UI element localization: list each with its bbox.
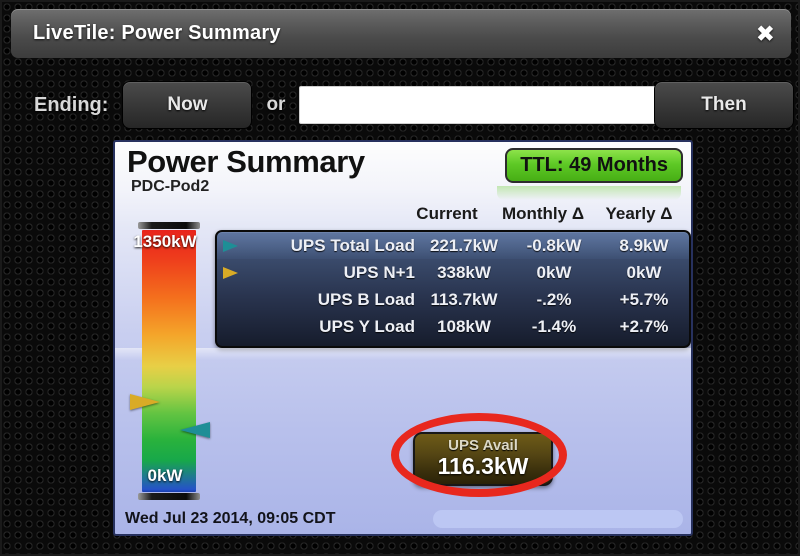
row-current: 113.7kW — [430, 289, 498, 309]
row-current: 221.7kW — [429, 235, 499, 255]
dialog-titlebar: LiveTile: Power Summary ✖ — [11, 9, 791, 58]
close-icon[interactable]: ✖ — [756, 22, 775, 45]
power-gauge: 1350kW 0kW — [126, 222, 210, 500]
table-column-headers: Current Monthly Δ Yearly Δ — [399, 204, 687, 228]
dialog-title: LiveTile: Power Summary — [33, 22, 281, 44]
gauge-cap-top — [138, 222, 200, 229]
tile-scrollbar[interactable] — [433, 510, 683, 528]
now-button[interactable]: Now — [122, 81, 253, 129]
table-row[interactable]: UPS Total Load 221.7kW -0.8kW 8.9kW — [217, 232, 689, 259]
livetile-dialog: LiveTile: Power Summary ✖ Ending: Now or… — [0, 0, 800, 556]
ups-n-plus-1-marker-icon — [130, 394, 160, 410]
table-row[interactable]: UPS B Load 113.7kW -.2% +5.7% — [217, 286, 689, 313]
row-label: UPS Y Load — [319, 316, 415, 336]
or-label: or — [266, 94, 286, 115]
gold-arrow-right-icon — [217, 266, 243, 279]
row-monthly: 0kW — [536, 262, 572, 282]
then-button[interactable]: Then — [654, 81, 794, 129]
gauge-max-label: 1350kW — [133, 232, 197, 251]
row-monthly: -.2% — [536, 289, 572, 309]
row-yearly: 8.9kW — [619, 235, 669, 255]
ttl-badge: TTL: 49 Months — [505, 148, 683, 183]
row-label: UPS B Load — [317, 289, 415, 309]
gauge-min-label: 0kW — [147, 466, 183, 485]
time-range-toolbar: Ending: Now or Then — [2, 74, 800, 136]
row-current: 108kW — [437, 316, 491, 336]
red-ellipse-highlight-icon — [391, 413, 567, 497]
row-yearly: 0kW — [626, 262, 662, 282]
row-monthly: -1.4% — [531, 316, 577, 336]
teal-arrow-right-icon — [217, 239, 243, 252]
row-yearly: +2.7% — [619, 316, 669, 336]
date-input[interactable] — [299, 86, 682, 124]
power-summary-tile: Power Summary PDC-Pod2 TTL: 49 Months Cu… — [113, 140, 693, 536]
tile-timestamp: Wed Jul 23 2014, 09:05 CDT — [125, 510, 336, 527]
column-header-monthly: Monthly Δ — [501, 204, 585, 223]
gauge-cap-bottom — [138, 493, 200, 500]
ups-total-load-marker-icon — [180, 422, 210, 438]
ttl-badge-reflection — [497, 186, 681, 200]
ending-label: Ending: — [34, 93, 109, 116]
ups-availability-group: UPS Avail 116.3kW — [391, 410, 571, 500]
row-current: 338kW — [437, 262, 491, 282]
row-monthly: -0.8kW — [526, 235, 582, 255]
table-row[interactable]: UPS Y Load 108kW -1.4% +2.7% — [217, 313, 689, 340]
row-label: UPS N+1 — [343, 262, 415, 282]
tile-subtitle: PDC-Pod2 — [131, 178, 210, 195]
gauge-bar — [142, 230, 196, 492]
column-header-yearly: Yearly Δ — [605, 204, 673, 223]
table-row[interactable]: UPS N+1 338kW 0kW 0kW — [217, 259, 689, 286]
ups-metrics-panel: UPS Total Load 221.7kW -0.8kW 8.9kW UPS … — [215, 230, 691, 348]
row-yearly: +5.7% — [619, 289, 669, 309]
row-label: UPS Total Load — [290, 235, 415, 255]
tile-header: Power Summary PDC-Pod2 TTL: 49 Months — [115, 142, 691, 202]
column-header-current: Current — [416, 204, 478, 223]
tile-title: Power Summary — [127, 144, 365, 179]
